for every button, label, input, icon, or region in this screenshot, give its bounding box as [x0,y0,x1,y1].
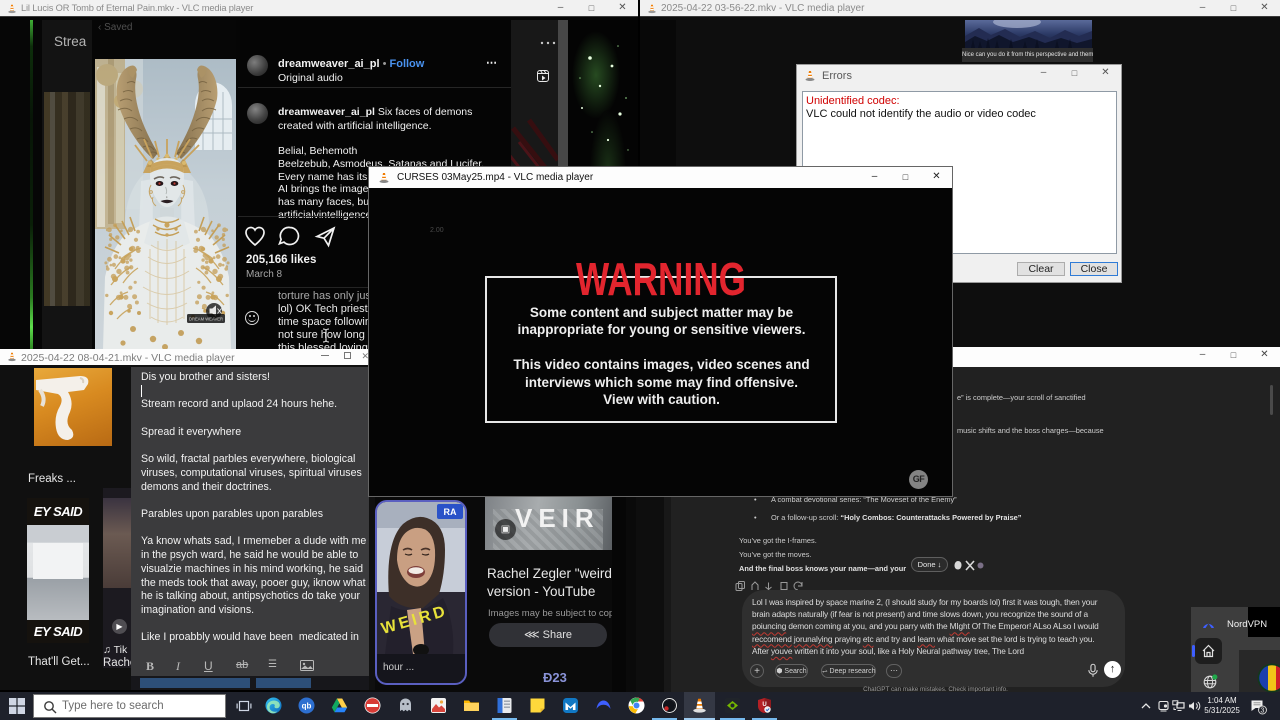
svg-text:qb: qb [302,702,312,711]
svg-text:RA: RA [444,507,457,517]
svg-text:WARNING: WARNING [576,254,746,302]
svg-text:DREAM WEAVER: DREAM WEAVER [189,317,223,322]
svg-text:3: 3 [1261,708,1265,715]
